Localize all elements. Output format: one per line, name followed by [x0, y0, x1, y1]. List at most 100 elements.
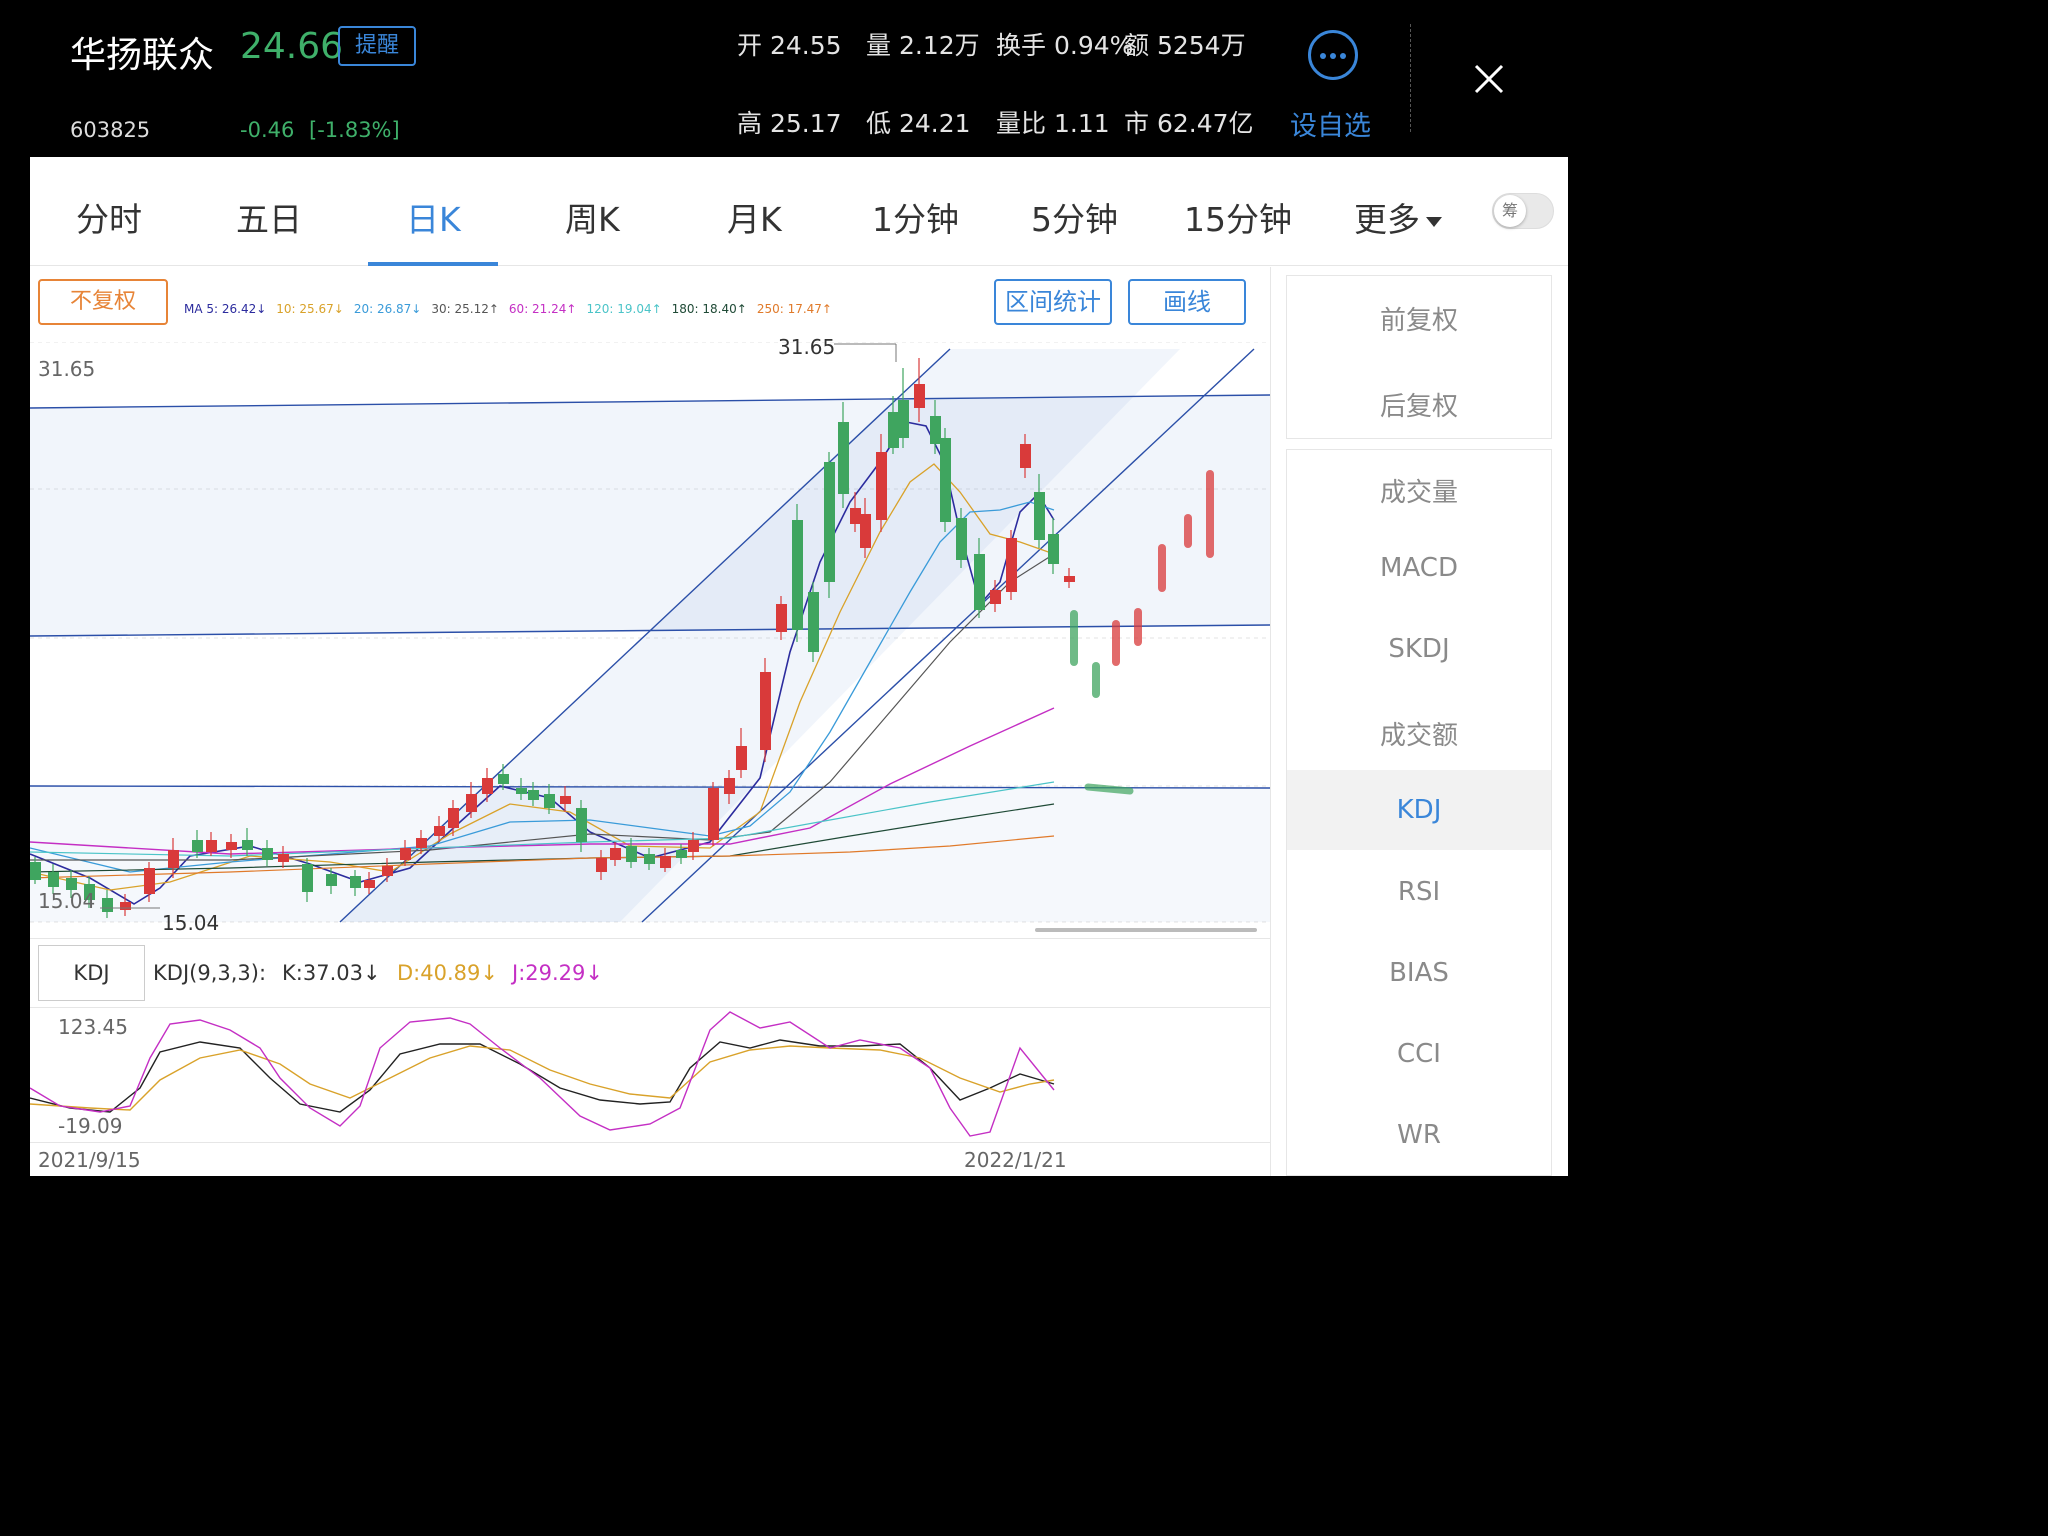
candle-body	[482, 778, 493, 794]
adjust-menu: 前复权 后复权	[1286, 275, 1552, 439]
ma-legend-item: 30: 25.12↑	[431, 302, 499, 316]
candle-body	[242, 840, 253, 850]
close-icon[interactable]	[1470, 60, 1508, 98]
ma-legend-item: MA 5: 26.42↓	[184, 302, 267, 316]
indicator-menu: 成交量 MACD SKDJ 成交额 KDJ RSI BIAS CCI WR	[1286, 449, 1552, 1176]
stock-code: 603825	[70, 118, 151, 142]
tab-1min[interactable]: 1分钟	[872, 193, 959, 241]
quote-volume-ratio: 量比 1.11	[996, 109, 1110, 138]
candle-body	[144, 868, 155, 894]
candle-body	[192, 840, 203, 852]
candle-body	[30, 862, 41, 880]
tab-5min[interactable]: 5分钟	[1031, 193, 1118, 241]
draw-line-button[interactable]: 画线	[1128, 279, 1246, 325]
side-item-rsi[interactable]: RSI	[1287, 877, 1551, 907]
tab-five-day[interactable]: 五日	[236, 193, 302, 241]
side-item-macd[interactable]: MACD	[1287, 553, 1551, 583]
kdj-k-value: K:37.03↓	[282, 961, 381, 985]
x-axis-line	[30, 1142, 1270, 1143]
candle-body	[1006, 538, 1017, 592]
tab-intraday[interactable]: 分时	[76, 193, 142, 241]
x-axis-end: 2022/1/21	[964, 1148, 1067, 1172]
candle-body	[838, 422, 849, 494]
candle-body	[824, 462, 835, 582]
candle-body	[1048, 534, 1059, 564]
stock-price: 24.66	[240, 26, 344, 67]
candle-body	[974, 554, 985, 610]
ma-legend-item: 250: 17.47↑	[756, 302, 832, 316]
side-item-amount[interactable]: 成交额	[1287, 715, 1551, 752]
candle-body	[990, 590, 1001, 604]
candle-body	[930, 416, 941, 444]
kdj-chart[interactable]	[30, 1008, 1270, 1148]
side-item-cci[interactable]: CCI	[1287, 1039, 1551, 1069]
candle-body	[898, 400, 909, 438]
quote-low: 低 24.21	[866, 109, 971, 138]
candle-body	[498, 774, 509, 784]
candle-body	[326, 874, 337, 886]
kdj-d-value: D:40.89↓	[397, 961, 498, 985]
indicator-selector[interactable]: KDJ	[38, 945, 145, 1001]
quote-amount: 额 5254万	[1124, 31, 1246, 60]
kdj-j-value: J:29.29↓	[512, 961, 603, 985]
change-value: -0.46	[240, 118, 295, 142]
candle-body	[120, 902, 131, 910]
candle-body	[226, 842, 237, 850]
candle-body	[528, 790, 539, 800]
candle-body	[850, 508, 861, 524]
candle-body	[708, 788, 719, 840]
candle-body	[466, 794, 477, 812]
ma-legend-item: 120: 19.04↑	[586, 302, 662, 316]
candle-body	[400, 848, 411, 860]
candle-body	[302, 864, 313, 892]
no-adjust-button[interactable]: 不复权	[38, 279, 168, 325]
candle-body	[776, 604, 787, 632]
more-icon[interactable]	[1308, 30, 1358, 80]
chart-scrollbar[interactable]	[1035, 928, 1257, 932]
remind-button[interactable]: 提醒	[338, 26, 416, 66]
candle-body	[168, 850, 179, 868]
candle-body	[760, 672, 771, 750]
candle-body	[544, 794, 555, 808]
side-item-wr[interactable]: WR	[1287, 1120, 1551, 1150]
candle-body	[48, 872, 59, 887]
quote-volume: 量 2.12万	[866, 31, 980, 60]
header-divider	[1410, 24, 1411, 132]
candlestick-chart[interactable]	[30, 342, 1270, 942]
low-marker: 15.04	[162, 911, 220, 935]
candle-body	[644, 854, 655, 864]
candle-body	[940, 438, 951, 522]
side-divider	[1270, 267, 1271, 1176]
stock-change: -0.46 [-1.83%]	[240, 118, 400, 142]
x-axis-start: 2021/9/15	[38, 1148, 141, 1172]
candle-body	[1064, 576, 1075, 582]
side-item-backward-adjust[interactable]: 后复权	[1287, 386, 1551, 423]
side-item-bias[interactable]: BIAS	[1287, 958, 1551, 988]
candle-body	[516, 788, 527, 794]
tab-monthly-k[interactable]: 月K	[727, 193, 782, 241]
high-marker: 31.65	[778, 335, 836, 359]
range-stats-button[interactable]: 区间统计	[994, 279, 1112, 325]
side-item-kdj[interactable]: KDJ	[1287, 770, 1551, 850]
tab-more[interactable]: 更多	[1354, 193, 1442, 241]
candle-body	[888, 412, 899, 448]
side-item-volume[interactable]: 成交量	[1287, 472, 1551, 509]
chip-toggle[interactable]: 筹	[1492, 193, 1554, 229]
candle-body	[416, 838, 427, 848]
side-item-forward-adjust[interactable]: 前复权	[1287, 300, 1551, 337]
chevron-down-icon	[1426, 216, 1442, 227]
candle-body	[350, 876, 361, 888]
tab-daily-k[interactable]: 日K	[406, 193, 461, 241]
kdj-params: KDJ(9,3,3):	[153, 961, 267, 985]
ma-legend-item: 180: 18.40↑	[671, 302, 747, 316]
stock-name: 华扬联众	[70, 35, 215, 76]
quote-header: 华扬联众 24.66 提醒 603825 -0.46 [-1.83%] 开 24…	[0, 0, 1568, 157]
side-item-skdj[interactable]: SKDJ	[1287, 634, 1551, 664]
price-axis-max: 31.65	[38, 357, 96, 381]
candle-body	[560, 796, 571, 804]
tab-15min[interactable]: 15分钟	[1184, 193, 1292, 241]
tab-weekly-k[interactable]: 周K	[565, 193, 620, 241]
active-tab-indicator	[368, 262, 498, 266]
quote-turnover: 换手 0.94%	[996, 31, 1134, 60]
add-watchlist-button[interactable]: 设自选	[1290, 104, 1371, 143]
